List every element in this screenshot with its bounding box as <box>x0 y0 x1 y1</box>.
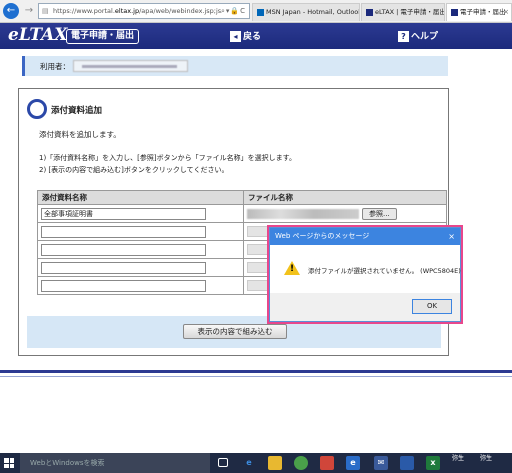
browser-toolbar: ← → ▤ https://www.portal.eltax.jp/apa/we… <box>0 0 512 23</box>
instruction-2: 2) [表示の内容で組み込む]ボタンをクリックしてください。 <box>39 166 229 174</box>
footer-divider <box>0 370 512 373</box>
instruction-1: 1)「添付資料名称」を入力し、[参照]ボタンから「ファイル名称」を選択します。 <box>39 154 296 162</box>
app-icon[interactable]: ✉ <box>374 456 388 470</box>
help-icon: ? <box>398 31 409 42</box>
file-path-redacted[interactable] <box>247 208 359 219</box>
yayoi-app-2[interactable]: 弥生 <box>480 455 492 463</box>
close-tab-icon[interactable]: × <box>503 4 509 20</box>
attachment-name-input[interactable] <box>41 261 206 274</box>
name-cell <box>37 258 244 277</box>
alert-dialog: Web ページからのメッセージ × ! 添付ファイルが選択されていません。 (W… <box>269 227 461 322</box>
back-link[interactable]: ◂ 戻る <box>230 29 261 42</box>
tab-label: 電子申請・届出 <box>460 8 506 16</box>
site-header: eLTAX 電子申請・届出 ◂ 戻る ? ヘルプ <box>0 23 512 49</box>
tab-label: eLTAX | 電子申請・届出 <box>375 8 445 16</box>
circle-icon <box>27 99 47 119</box>
footer-divider-thin <box>0 376 512 377</box>
submit-button[interactable]: 表示の内容で組み込む <box>183 324 287 339</box>
panel-description: 添付資料を追加します。 <box>39 130 121 139</box>
url-text: https://www.portal.eltax.jp/apa/web/webi… <box>53 7 221 15</box>
table-row: 全部事項証明書 参照... <box>37 204 447 223</box>
eltax-favicon-icon <box>451 8 458 16</box>
name-cell <box>37 276 244 295</box>
file-cell: 参照... <box>243 204 447 223</box>
dialog-title-bar[interactable]: Web ページからのメッセージ × <box>270 228 460 245</box>
attachment-name-input[interactable] <box>41 279 206 292</box>
edge-icon[interactable]: e <box>242 456 256 470</box>
attachment-name-input[interactable]: 全部事項証明書 <box>41 207 206 220</box>
warning-mark: ! <box>290 264 295 274</box>
name-cell <box>37 222 244 241</box>
name-cell <box>37 240 244 259</box>
back-arrow-icon[interactable]: ← <box>3 3 19 19</box>
forward-arrow-icon[interactable]: → <box>21 3 37 19</box>
yayoi-app-1[interactable]: 弥生 <box>452 455 464 463</box>
page-icon: ▤ <box>42 6 49 15</box>
column-header-name: 添付資料名称 <box>37 190 244 205</box>
file-explorer-icon[interactable] <box>268 456 282 470</box>
eltax-favicon-icon <box>366 8 373 16</box>
browse-button[interactable]: 参照... <box>362 207 397 220</box>
page-title: 添付資料追加 <box>51 106 103 116</box>
taskbar: WebとWindowsを検索 e e ✉ x 弥生 弥生 <box>0 453 512 473</box>
eltax-logo: eLTAX <box>8 25 68 45</box>
outlook-icon[interactable] <box>400 456 414 470</box>
taskbar-search[interactable]: WebとWindowsを検索 <box>20 453 210 473</box>
user-label: 利用者： <box>40 62 70 71</box>
tab-active[interactable]: 電子申請・届出 × <box>446 3 512 21</box>
tab-label: MSN Japan - Hotmail, Outlook... <box>266 8 360 16</box>
user-bar: 利用者： <box>22 56 448 76</box>
service-tag: 電子申請・届出 <box>66 29 140 44</box>
back-icon: ◂ <box>230 31 241 42</box>
attachment-name-input[interactable] <box>41 243 206 256</box>
address-bar[interactable]: ▤ https://www.portal.eltax.jp/apa/web/we… <box>38 3 250 19</box>
windows-start-icon[interactable] <box>4 458 14 468</box>
user-value-redacted <box>73 60 188 72</box>
store-icon[interactable] <box>320 456 334 470</box>
address-actions-icon[interactable]: ⌕▾🔒C <box>221 7 249 16</box>
task-view-icon[interactable] <box>218 458 228 467</box>
back-label: 戻る <box>243 32 262 42</box>
column-header-file: ファイル名称 <box>243 190 447 205</box>
dialog-message: 添付ファイルが選択されていません。 (WPC5804E) <box>308 267 461 275</box>
tab-msn[interactable]: MSN Japan - Hotmail, Outlook... <box>252 3 360 21</box>
help-label: ヘルプ <box>411 32 439 42</box>
dialog-title: Web ページからのメッセージ <box>275 232 370 240</box>
help-link[interactable]: ? ヘルプ <box>398 29 438 42</box>
excel-icon[interactable]: x <box>426 456 440 470</box>
chrome-icon[interactable] <box>294 456 308 470</box>
dialog-button-area: OK <box>270 293 460 321</box>
ok-button[interactable]: OK <box>412 299 452 314</box>
name-cell: 全部事項証明書 <box>37 204 244 223</box>
close-icon[interactable]: × <box>448 228 455 245</box>
ie-icon[interactable]: e <box>346 456 360 470</box>
tab-eltax[interactable]: eLTAX | 電子申請・届出 <box>361 3 445 21</box>
msn-favicon-icon <box>257 8 264 16</box>
attachment-name-input[interactable] <box>41 225 206 238</box>
